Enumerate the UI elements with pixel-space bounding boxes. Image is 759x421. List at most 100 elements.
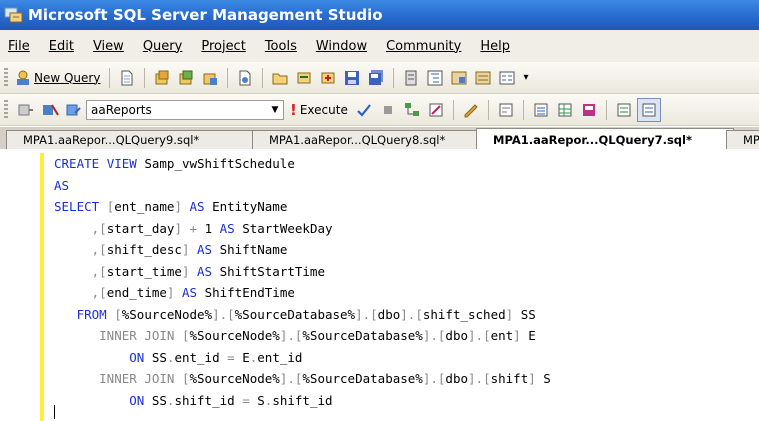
new-query-button[interactable]: New Query (14, 69, 100, 87)
xmla-query-button[interactable] (199, 67, 221, 89)
code-line[interactable]: CREATE VIEW Samp_vwShiftSchedule (54, 153, 551, 175)
document-icon (239, 70, 251, 85)
comment-out-button[interactable] (613, 99, 635, 121)
code-line[interactable]: ON SS.shift_id = S.shift_id (54, 390, 551, 412)
open-project-button[interactable] (293, 67, 315, 89)
menu-view[interactable]: View (93, 39, 124, 54)
code-line[interactable]: SELECT [ent_name] AS EntityName (54, 196, 551, 218)
chevron-down-icon[interactable]: ▼ (267, 101, 283, 119)
mining-query-button[interactable] (175, 67, 197, 89)
analysis-query-button[interactable] (151, 67, 173, 89)
servers-icon (405, 70, 417, 85)
document-icon (121, 70, 133, 85)
object-explorer-button[interactable] (424, 67, 446, 89)
database-selector[interactable]: aaReports ▼ (86, 99, 284, 120)
disconnect-button[interactable] (39, 99, 61, 121)
display-estimated-plan-button[interactable] (401, 99, 423, 121)
connect-button[interactable] (15, 99, 37, 121)
tab-query9[interactable]: MPA1.aaRepor...QLQuery9.sql* (6, 130, 256, 149)
save-icon (345, 70, 360, 85)
results-to-text-button[interactable] (530, 99, 552, 121)
template-explorer-button[interactable] (448, 67, 470, 89)
add-item-icon (321, 72, 335, 83)
sql-editor-toolbar: aaReports ▼ ! Execute (0, 94, 759, 126)
save-button[interactable] (341, 67, 363, 89)
designer-icon (429, 103, 443, 116)
title-bar: Microsoft SQL Server Management Studio (0, 0, 759, 30)
results-text-icon (534, 103, 548, 116)
cube-icon (179, 70, 193, 84)
cube-icon (155, 70, 169, 84)
open-file-button[interactable] (269, 67, 291, 89)
code-line[interactable]: ON SS.ent_id = E.ent_id (54, 347, 551, 369)
object-explorer-details-button[interactable] (472, 67, 494, 89)
toolbar-overflow-icon[interactable]: ▾ (523, 72, 528, 83)
standard-toolbar: New Query ▾ (0, 62, 759, 94)
menu-help[interactable]: Help (480, 39, 510, 54)
text-cursor (54, 405, 55, 419)
properties-icon (499, 71, 515, 84)
menu-file[interactable]: File (8, 39, 30, 54)
code-line[interactable]: FROM [%SourceNode%].[%SourceDatabase%].[… (54, 304, 551, 326)
query-designer-button[interactable] (425, 99, 447, 121)
code-line[interactable]: ,[start_day] + 1 AS StartWeekDay (54, 218, 551, 240)
plan-icon (404, 102, 419, 116)
execute-button[interactable]: ! Execute (290, 101, 348, 119)
specify-template-values-button[interactable] (460, 99, 482, 121)
code-line[interactable]: INNER JOIN [%SourceNode%].[%SourceDataba… (54, 368, 551, 390)
folder-open-icon (272, 73, 288, 84)
code-line[interactable]: ,[end_time] AS ShiftEndTime (54, 282, 551, 304)
grid-icon (558, 103, 572, 116)
menu-project[interactable]: Project (201, 39, 245, 54)
cube-icon (203, 73, 218, 85)
tab-query7[interactable]: MPA1.aaRepor...QLQuery7.sql* (476, 128, 734, 149)
save-all-button[interactable] (365, 67, 387, 89)
toolbar-grip[interactable] (4, 67, 8, 88)
results-to-file-button[interactable] (578, 99, 600, 121)
ssms-app-icon (4, 7, 23, 23)
parse-button[interactable] (353, 99, 375, 121)
results-file-icon (582, 103, 595, 116)
disconnect-icon (43, 103, 59, 116)
change-connection-button[interactable] (63, 99, 85, 121)
menu-tools[interactable]: Tools (265, 39, 297, 54)
checkmark-icon (357, 103, 371, 117)
toolbar-grip[interactable] (4, 99, 8, 120)
compact-query-button[interactable] (234, 67, 256, 89)
results-to-grid-button[interactable] (554, 99, 576, 121)
add-item-button[interactable] (317, 67, 339, 89)
code-text[interactable]: CREATE VIEW Samp_vwShiftSchedule AS SELECT… (54, 153, 551, 411)
new-query-icon (17, 70, 29, 85)
uncomment-icon (642, 103, 656, 116)
menu-query[interactable]: Query (143, 39, 183, 54)
connect-icon (18, 104, 33, 115)
stop-icon (383, 105, 392, 114)
template-values-icon (464, 103, 478, 117)
project-icon (297, 72, 311, 83)
database-engine-query-button[interactable] (116, 67, 138, 89)
cancel-query-button[interactable] (377, 99, 399, 121)
document-tab-strip: MPA1.aaRepor...QLQuery9.sql* MPA1.aaRepo… (0, 127, 759, 150)
properties-button[interactable] (496, 67, 518, 89)
code-line[interactable]: AS (54, 175, 551, 197)
registered-servers-button[interactable] (400, 67, 422, 89)
tab-query8[interactable]: MPA1.aaRepor...QLQuery8.sql* (252, 130, 496, 149)
menu-bar: File Edit View Query Project Tools Windo… (0, 30, 759, 62)
change-connection-icon (66, 104, 81, 115)
details-icon (475, 71, 491, 84)
menu-community[interactable]: Community (386, 39, 461, 54)
actual-plan-icon (499, 103, 513, 116)
sql-editor[interactable]: CREATE VIEW Samp_vwShiftSchedule AS SELECT… (0, 149, 759, 421)
code-line[interactable]: ,[shift_desc] AS ShiftName (54, 239, 551, 261)
window-title: Microsoft SQL Server Management Studio (28, 6, 383, 24)
tree-icon (427, 70, 443, 85)
menu-window[interactable]: Window (316, 39, 367, 54)
code-line[interactable]: INNER JOIN [%SourceNode%].[%SourceDataba… (54, 325, 551, 347)
menu-edit[interactable]: Edit (49, 39, 74, 54)
uncomment-button[interactable] (636, 97, 661, 122)
include-actual-plan-button[interactable] (495, 99, 517, 121)
code-line[interactable]: ,[start_time] AS ShiftStartTime (54, 261, 551, 283)
tab-mpa[interactable]: MPA (726, 130, 759, 149)
template-icon (451, 71, 467, 84)
execute-icon: ! (290, 100, 297, 119)
